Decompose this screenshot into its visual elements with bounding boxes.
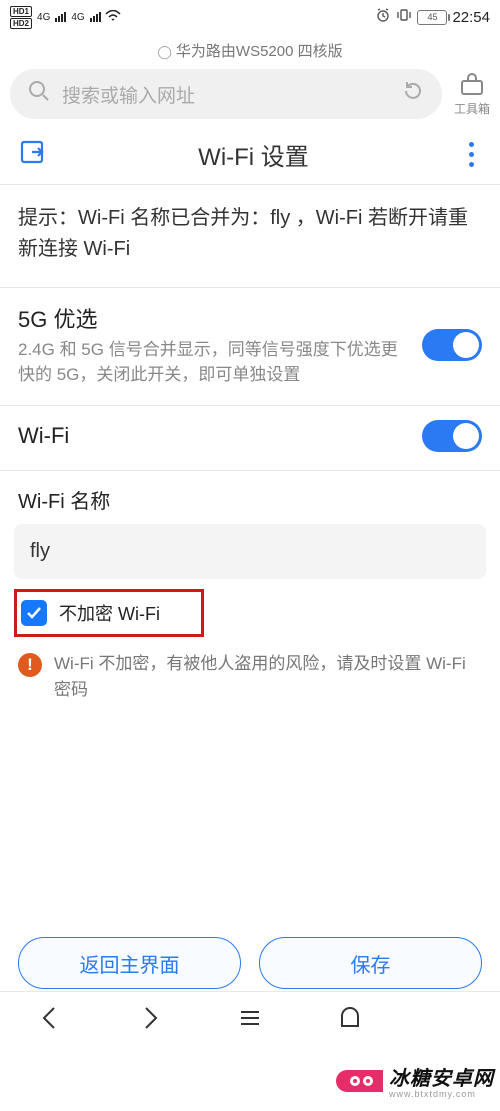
url-bar[interactable]: 搜索或输入网址 xyxy=(10,69,442,119)
watermark-bubble xyxy=(336,1070,383,1092)
status-right: 45 22:54 xyxy=(375,7,490,27)
battery-percent: 45 xyxy=(427,12,437,22)
status-bar: HD1 HD2 4G 4G 45 22:54 xyxy=(0,0,500,34)
toolbox-button[interactable]: 工具箱 xyxy=(454,72,490,117)
more-menu-button[interactable] xyxy=(461,138,482,171)
warning-row: ! Wi-Fi 不加密，有被他人盗用的风险，请及时设置 Wi-Fi 密码 xyxy=(0,637,500,702)
nav-menu[interactable] xyxy=(236,1004,264,1037)
wifi-signal-icon xyxy=(105,9,121,25)
row-5g-pref: 5G 优选 2.4G 和 5G 信号合并显示，同等信号强度下优选更快的 5G，关… xyxy=(0,288,500,405)
wifi-name-label: Wi-Fi 名称 xyxy=(0,471,500,518)
no-encrypt-row[interactable]: 不加密 Wi-Fi xyxy=(14,589,204,637)
warning-text: Wi-Fi 不加密，有被他人盗用的风险，请及时设置 Wi-Fi 密码 xyxy=(54,651,482,702)
url-row: 搜索或输入网址 工具箱 xyxy=(0,69,500,127)
net-label-1: 4G xyxy=(37,12,50,23)
hd-badges: HD1 HD2 xyxy=(10,6,32,29)
wifi-title: Wi-Fi xyxy=(18,423,408,449)
battery-icon: 45 xyxy=(417,10,447,25)
check-icon xyxy=(25,604,43,622)
hd2-badge: HD2 xyxy=(10,18,32,29)
vibrate-icon xyxy=(396,7,412,27)
watermark: 冰糖安卓网 www.btxtdmy.com xyxy=(336,1056,500,1105)
tab-title-text: 华为路由WS5200 四核版 xyxy=(176,43,343,60)
action-buttons: 返回主界面 保存 xyxy=(0,937,500,989)
nav-back[interactable] xyxy=(36,1004,64,1037)
save-button[interactable]: 保存 xyxy=(259,937,482,989)
back-home-button[interactable]: 返回主界面 xyxy=(18,937,241,989)
bottom-nav xyxy=(0,991,500,1049)
wifi-toggle[interactable] xyxy=(422,420,482,452)
row-wifi: Wi-Fi xyxy=(0,406,500,470)
globe-icon: ◯ xyxy=(157,44,172,59)
nav-forward[interactable] xyxy=(136,1004,164,1037)
no-encrypt-label: 不加密 Wi-Fi xyxy=(59,600,160,626)
status-left: HD1 HD2 4G 4G xyxy=(10,6,121,29)
signal-bars-2 xyxy=(90,12,101,22)
pref5g-sub: 2.4G 和 5G 信号合并显示，同等信号强度下优选更快的 5G，关闭此开关，即… xyxy=(18,338,408,387)
pref5g-toggle[interactable] xyxy=(422,329,482,361)
content: 提示：Wi-Fi 名称已合并为：fly ，Wi-Fi 若断开请重新连接 Wi-F… xyxy=(0,185,500,702)
toolbox-icon xyxy=(459,72,485,98)
nav-home[interactable] xyxy=(336,1004,364,1037)
clock: 22:54 xyxy=(452,9,490,26)
page-title: Wi-Fi 设置 xyxy=(46,137,461,172)
toolbox-label: 工具箱 xyxy=(454,100,490,117)
url-placeholder: 搜索或输入网址 xyxy=(62,81,390,108)
pref5g-title: 5G 优选 xyxy=(18,302,408,334)
watermark-eyes-icon xyxy=(350,1076,373,1086)
reload-icon[interactable] xyxy=(402,80,424,108)
watermark-brand: 冰糖安卓网 xyxy=(389,1062,494,1091)
signal-bars-1 xyxy=(55,12,66,22)
page-header: Wi-Fi 设置 xyxy=(0,127,500,184)
alarm-icon xyxy=(375,7,391,27)
merge-hint: 提示：Wi-Fi 名称已合并为：fly ，Wi-Fi 若断开请重新连接 Wi-F… xyxy=(0,185,500,287)
browser-tab-title: ◯ 华为路由WS5200 四核版 xyxy=(0,34,500,69)
search-icon xyxy=(28,80,50,108)
wifi-name-input[interactable]: fly xyxy=(14,524,486,579)
hd1-badge: HD1 xyxy=(10,6,32,17)
no-encrypt-checkbox[interactable] xyxy=(21,600,47,626)
watermark-domain: www.btxtdmy.com xyxy=(389,1089,476,1099)
exit-button[interactable] xyxy=(18,138,46,171)
warning-icon: ! xyxy=(18,653,42,677)
net-label-2: 4G xyxy=(71,12,84,23)
